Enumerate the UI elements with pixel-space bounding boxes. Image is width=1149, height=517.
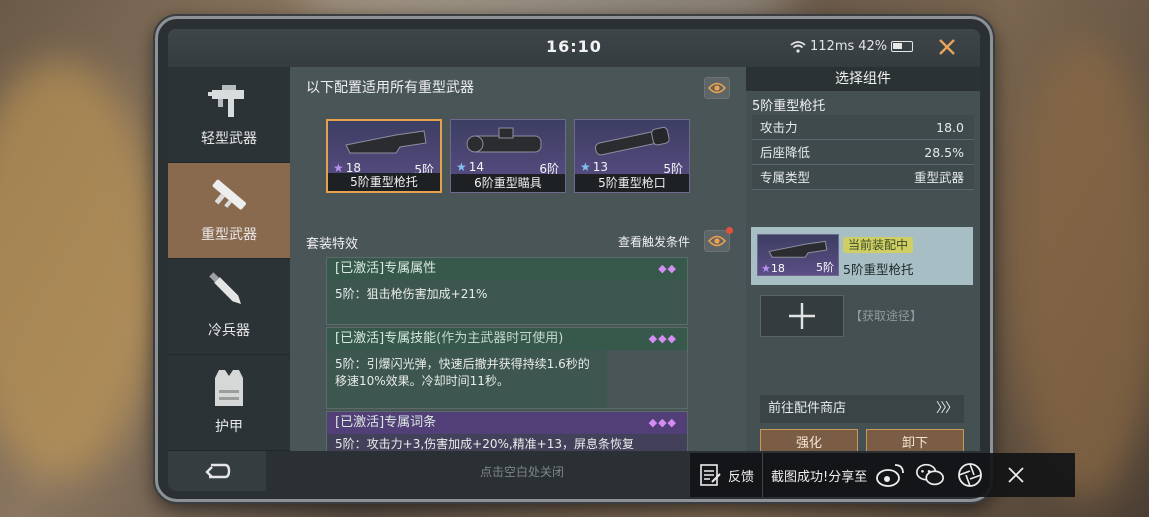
stat-row: 专属类型 重型武器 bbox=[752, 165, 974, 190]
go-to-shop-link[interactable]: 前往配件商店 〉〉〉 bbox=[760, 395, 964, 423]
back-arrow-icon bbox=[205, 463, 231, 479]
acquire-link[interactable]: 【获取途径】 bbox=[850, 307, 922, 324]
set-effect-text: 5阶：攻击力+3,伤害加成+20%,精准+13，屏息条恢复 bbox=[327, 434, 687, 452]
attachment-card-stock[interactable]: ★ 18 5阶 5阶重型枪托 bbox=[326, 119, 442, 193]
tablet-screen: 16:10 112ms 42% 轻型武器 重型武器 冷兵器 护甲 以下配置适用所… bbox=[168, 29, 980, 491]
star-level: ★ 14 bbox=[456, 160, 485, 174]
category-light-weapons[interactable]: 轻型武器 bbox=[168, 67, 290, 163]
star-level: ★ 13 bbox=[580, 160, 609, 174]
close-button[interactable] bbox=[934, 33, 960, 61]
camera-aperture-icon bbox=[958, 463, 983, 487]
attachment-card-scope[interactable]: ★ 14 6阶 6阶重型瞄具 bbox=[450, 119, 566, 193]
set-effect-dots: ◆◆◆ bbox=[648, 416, 677, 429]
config-title: 以下配置适用所有重型武器 bbox=[306, 80, 474, 96]
star-level: ★18 bbox=[761, 262, 785, 275]
equipped-badge: 当前装配中 bbox=[843, 237, 914, 253]
set-effect-dots: ◆◆ bbox=[658, 262, 677, 275]
muzzle-icon bbox=[595, 126, 670, 156]
knife-icon bbox=[209, 272, 242, 305]
attachment-name: 5阶重型枪口 bbox=[575, 174, 689, 192]
eye-icon bbox=[708, 235, 726, 247]
chevrons-right-icon: 〉〉〉 bbox=[935, 401, 958, 416]
share-close-button[interactable] bbox=[1001, 460, 1031, 490]
attachment-name: 5阶重型枪托 bbox=[328, 173, 440, 191]
category-heavy-weapons[interactable]: 重型武器 bbox=[168, 163, 290, 259]
status-bar: 16:10 112ms 42% bbox=[168, 29, 980, 67]
set-effect-dots: ◆◆◆ bbox=[648, 332, 677, 345]
set-effect-entry: [已激活]专属词条 ◆◆◆ 5阶：攻击力+3,伤害加成+20%,精准+13，屏息… bbox=[326, 411, 688, 453]
wechat-icon bbox=[916, 463, 945, 486]
weibo-icon bbox=[876, 464, 905, 487]
gun-stock-icon bbox=[345, 130, 427, 154]
background-blur-left bbox=[0, 60, 160, 480]
category-label: 冷兵器 bbox=[208, 323, 250, 339]
add-attachment-button[interactable] bbox=[760, 295, 844, 337]
eye-icon bbox=[708, 82, 726, 94]
set-effect-text: 5阶：狙击枪伤害加成+21% bbox=[327, 280, 687, 324]
share-message: 截图成功!分享至 bbox=[771, 469, 868, 485]
tablet-frame: 16:10 112ms 42% 轻型武器 重型武器 冷兵器 护甲 以下配置适用所… bbox=[155, 16, 993, 502]
preview-button[interactable] bbox=[704, 77, 730, 99]
equipped-thumbnail: ★18 5阶 bbox=[757, 234, 839, 276]
trigger-preview-button[interactable] bbox=[704, 227, 733, 252]
attachment-card-muzzle[interactable]: ★ 13 5阶 5阶重型枪口 bbox=[574, 119, 690, 193]
rocket-launcher-icon bbox=[212, 179, 246, 210]
set-effect-skill: [已激活]专属技能(作为主武器时可使用) ◆◆◆ 5阶：引爆闪光弹，快速后撤并获… bbox=[326, 327, 688, 409]
smg-icon bbox=[208, 85, 244, 117]
trigger-conditions-link[interactable]: 查看触发条件 bbox=[618, 233, 690, 250]
attachment-main-panel: 以下配置适用所有重型武器 ★ 18 5阶 5阶重型枪托 ★ 14 6阶 6阶重型… bbox=[290, 67, 746, 453]
set-effects-title: 套装特效 bbox=[306, 237, 359, 252]
equipped-name: 5阶重型枪托 bbox=[843, 262, 914, 277]
category-label: 护甲 bbox=[215, 419, 243, 435]
category-melee[interactable]: 冷兵器 bbox=[168, 259, 290, 355]
ping-value: 112ms bbox=[810, 39, 855, 54]
background-blur-right bbox=[1010, 40, 1149, 500]
weapon-category-sidebar: 轻型武器 重型武器 冷兵器 护甲 bbox=[168, 67, 290, 451]
weibo-share-button[interactable] bbox=[875, 460, 905, 490]
wifi-icon bbox=[790, 40, 806, 53]
network-status: 112ms 42% bbox=[790, 39, 914, 54]
panel-header: 选择组件 bbox=[746, 67, 980, 91]
category-armor[interactable]: 护甲 bbox=[168, 355, 290, 451]
wechat-share-button[interactable] bbox=[915, 460, 945, 490]
plus-icon bbox=[789, 303, 815, 329]
attachment-name: 6阶重型瞄具 bbox=[451, 174, 565, 192]
feedback-icon bbox=[700, 464, 721, 486]
category-label: 重型武器 bbox=[201, 227, 257, 243]
armor-vest-icon bbox=[215, 370, 243, 406]
screenshot-share-bar: 反馈 截图成功!分享至 bbox=[690, 453, 1075, 497]
set-effect-text: 5阶：引爆闪光弹，快速后撤并获得持续1.6秒的移速10%效果。冷却时间11秒。 bbox=[327, 350, 607, 408]
set-effect-header: [已激活]专属属性 ◆◆ bbox=[327, 258, 687, 280]
close-hint: 点击空白处关闭 bbox=[480, 465, 565, 479]
set-effect-header: [已激活]专属技能(作为主武器时可使用) ◆◆◆ bbox=[327, 328, 687, 350]
stat-row: 后座降低 28.5% bbox=[752, 140, 974, 165]
clock: 16:10 bbox=[546, 37, 602, 56]
category-label: 轻型武器 bbox=[201, 131, 257, 147]
equipped-attachment-card[interactable]: ★18 5阶 当前装配中 5阶重型枪托 bbox=[751, 227, 973, 285]
moments-share-button[interactable] bbox=[955, 460, 985, 490]
set-effect-header: [已激活]专属词条 ◆◆◆ bbox=[327, 412, 687, 434]
item-title: 5阶重型枪托 bbox=[752, 99, 826, 114]
close-icon bbox=[1008, 467, 1024, 483]
scope-icon bbox=[466, 127, 542, 153]
component-select-panel: 选择组件 5阶重型枪托 攻击力 18.0 后座降低 28.5% 专属类型 重型武器 ★… bbox=[746, 67, 980, 459]
tier-label: 5阶 bbox=[816, 261, 834, 274]
set-effect-attribute: [已激活]专属属性 ◆◆ 5阶：狙击枪伤害加成+21% bbox=[326, 257, 688, 325]
close-icon bbox=[939, 39, 955, 55]
battery-icon bbox=[891, 41, 914, 52]
battery-percent: 42% bbox=[858, 39, 888, 54]
feedback-button[interactable]: 反馈 bbox=[690, 453, 762, 497]
stat-row: 攻击力 18.0 bbox=[752, 115, 974, 140]
back-button[interactable] bbox=[168, 451, 266, 491]
notification-dot bbox=[726, 227, 733, 234]
